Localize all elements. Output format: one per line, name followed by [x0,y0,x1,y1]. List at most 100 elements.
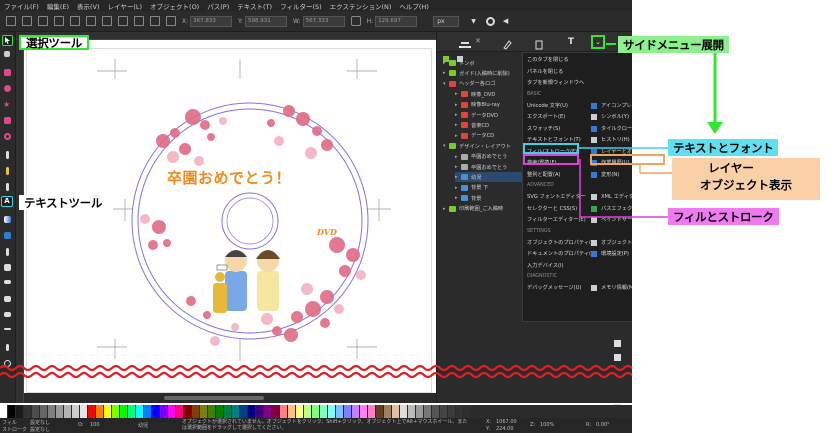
pencil-icon[interactable] [6,167,9,175]
color-swatch[interactable] [456,405,464,418]
color-swatch[interactable] [168,405,176,418]
paint-bucket-icon[interactable] [4,264,11,271]
layer-row[interactable]: ▸ 印刷範囲_ご入稿時 [443,204,503,214]
color-swatch[interactable] [56,405,64,418]
flip-horizontal-icon[interactable] [86,16,96,26]
close-tab-icon[interactable]: ✕ [475,37,481,45]
color-swatch[interactable] [96,405,104,418]
layer-row[interactable]: ▸ 幼児 [455,172,531,183]
color-swatch[interactable] [112,405,120,418]
select-icon[interactable] [2,35,13,46]
layer-row[interactable]: ▸ 卒園おめでとう [455,152,507,162]
color-swatch[interactable] [464,405,472,418]
menu-edit[interactable]: 編集(E) [47,1,69,11]
box3d-icon[interactable] [4,117,11,124]
text-tab-icon[interactable]: T [565,36,577,48]
w-input[interactable]: 567.333 [302,15,345,27]
chevron-down-icon[interactable]: ▼ [471,18,476,25]
connector-icon[interactable] [4,328,11,330]
color-swatch[interactable] [360,405,368,418]
color-swatch[interactable] [208,405,216,418]
vertical-ruler[interactable] [16,40,24,403]
color-swatch[interactable] [392,405,400,418]
color-swatch[interactable] [376,405,384,418]
menu-item-right[interactable]: ヒストリ(H) [601,136,630,143]
color-swatch[interactable] [176,405,184,418]
color-swatch[interactable] [264,405,272,418]
y-input[interactable]: 598.931 [245,15,288,27]
menu-item-left[interactable]: フィルターエディター(E) [527,216,586,223]
menu-item-left[interactable]: スウォッチ(S) [527,125,560,132]
document-tab-icon[interactable] [533,36,545,50]
fill-value[interactable]: 設定なし [30,419,50,426]
color-swatch[interactable] [440,405,448,418]
color-swatch[interactable] [32,405,40,418]
w-field[interactable]: W: 567.333 [293,15,345,27]
color-swatch[interactable] [184,405,192,418]
menu-item-left[interactable]: 整列と配置(A) [527,171,561,178]
color-swatch[interactable] [472,405,480,418]
menu-item[interactable]: パネルを閉じる [527,68,563,75]
flip-vertical-icon[interactable] [102,16,112,26]
layers-tab-icon[interactable] [459,36,471,48]
layer-row[interactable]: ▸ データDVD [455,110,498,120]
rotate-cw-icon[interactable] [70,16,80,26]
menu-item[interactable]: 入力デバイス(I) [527,262,564,269]
menu-layer[interactable]: レイヤー(L) [108,1,143,11]
unit-select[interactable]: px [433,15,460,27]
color-swatch[interactable] [80,405,88,418]
rotate-ccw-icon[interactable] [54,16,64,26]
layer-row[interactable]: ▸ ガイド(入稿時に削除) [443,68,510,78]
raise-top-icon[interactable] [118,16,128,26]
layer-row[interactable]: ▸ 映像_DVD [455,89,495,99]
color-swatch[interactable] [424,405,432,418]
select-all-layers-icon[interactable] [22,16,32,26]
h-input[interactable]: 129.697 [375,15,418,27]
color-swatch[interactable] [192,405,200,418]
color-swatch[interactable] [328,405,336,418]
star-icon[interactable]: ★ [3,101,12,110]
color-swatch[interactable] [344,405,352,418]
h-field[interactable]: H: 129.697 [367,15,418,27]
menu-item[interactable]: タブを新規ウィンドウへ [527,79,584,86]
color-swatch[interactable] [160,405,168,418]
layer-lock-icon[interactable] [614,354,621,361]
color-swatch[interactable] [408,405,416,418]
color-swatch[interactable] [304,405,312,418]
color-swatch[interactable] [0,405,8,418]
y-field[interactable]: Y: 598.931 [238,15,288,27]
tweak-icon[interactable] [4,280,11,284]
layer-row[interactable]: ▾ ヘッダー各ロゴ [443,79,495,89]
color-swatch[interactable] [120,405,128,418]
side-menu-chevron-icon[interactable]: ⌄ [591,35,605,49]
color-swatch[interactable] [104,405,112,418]
color-swatch[interactable] [448,405,456,418]
menu-item-left[interactable]: オブジェクトのプロパティ(O) [527,239,597,246]
layer-row[interactable]: ▸ 音楽CD [455,120,489,130]
layer-row[interactable]: ▸ 背景 [455,193,481,203]
color-swatch[interactable] [144,405,152,418]
canvas[interactable]: 卒園おめでとう！ DVD [24,40,436,403]
layer-row[interactable]: ▸ データCD [455,131,494,141]
scroll-thumb[interactable] [164,396,264,400]
color-swatch[interactable] [48,405,56,418]
menu-item-left[interactable]: ドキュメントのプロパティ(D) [527,250,597,257]
color-swatch[interactable] [136,405,144,418]
current-layer[interactable]: 幼児 [138,422,148,429]
circle-icon[interactable] [4,85,11,92]
menu-path[interactable]: パス(P) [207,1,229,11]
color-swatch[interactable] [240,405,248,418]
layer-row[interactable]: ▸ 映像Blu-ray [455,100,500,110]
color-swatch[interactable] [24,405,32,418]
dropper-icon[interactable] [6,248,9,256]
menu-filters[interactable]: フィルター(S) [280,1,322,11]
fill-stroke-tab-icon[interactable] [501,36,513,50]
color-swatch[interactable] [64,405,72,418]
headline-text[interactable]: 卒園おめでとう！ [167,167,291,188]
text-tool-icon[interactable]: A [1,196,13,207]
color-swatch[interactable] [224,405,232,418]
color-swatch[interactable] [216,405,224,418]
color-swatch[interactable] [280,405,288,418]
raise-icon[interactable] [134,16,144,26]
deselect-icon[interactable] [38,16,48,26]
